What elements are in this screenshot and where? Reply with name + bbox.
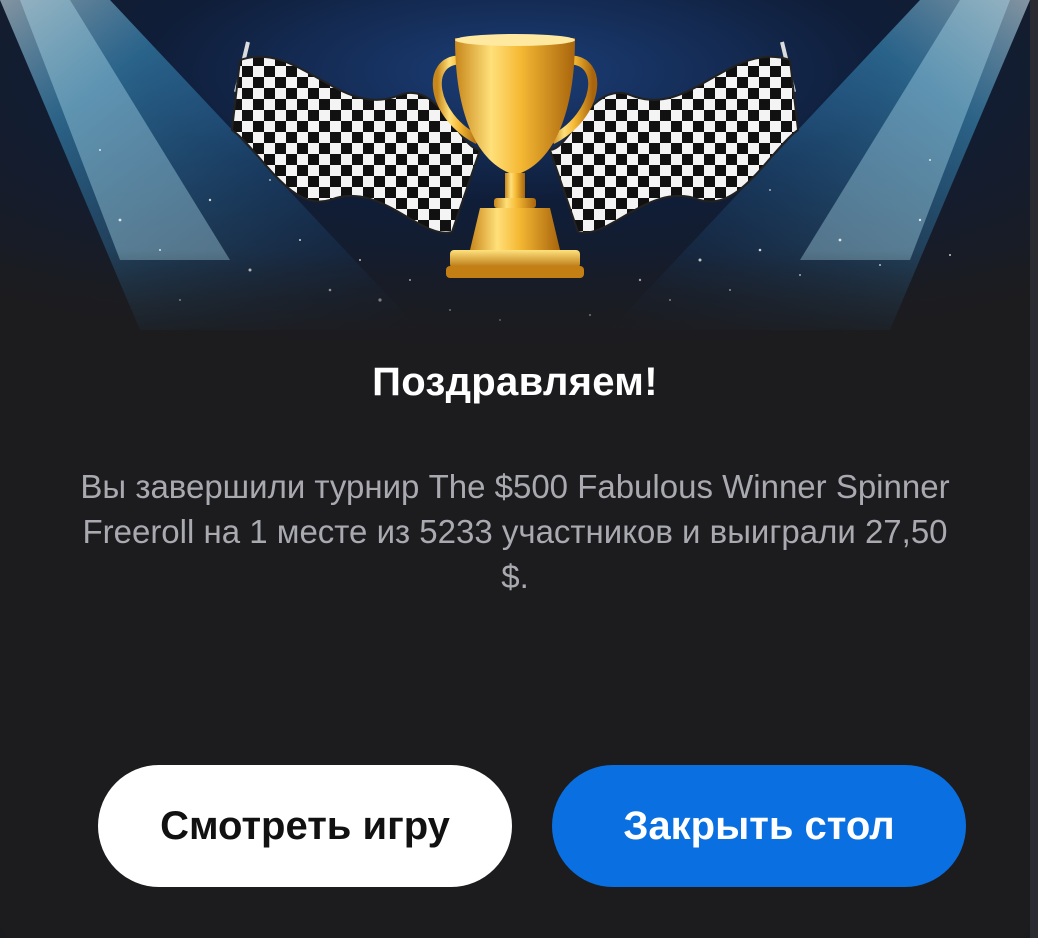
hero-banner bbox=[0, 0, 1030, 360]
dialog-title: Поздравляем! bbox=[372, 360, 658, 404]
tournament-result-dialog: Поздравляем! Вы завершили турнир The $50… bbox=[0, 0, 1030, 938]
result-message: Вы завершили турнир The $500 Fabulous Wi… bbox=[80, 468, 950, 595]
watch-game-button-label: Смотреть игру bbox=[160, 803, 450, 848]
window-edge bbox=[1030, 0, 1038, 938]
close-table-button-label: Закрыть стол bbox=[623, 803, 895, 848]
watch-game-button[interactable]: Смотреть игру bbox=[98, 765, 512, 887]
close-table-button[interactable]: Закрыть стол bbox=[552, 765, 966, 887]
